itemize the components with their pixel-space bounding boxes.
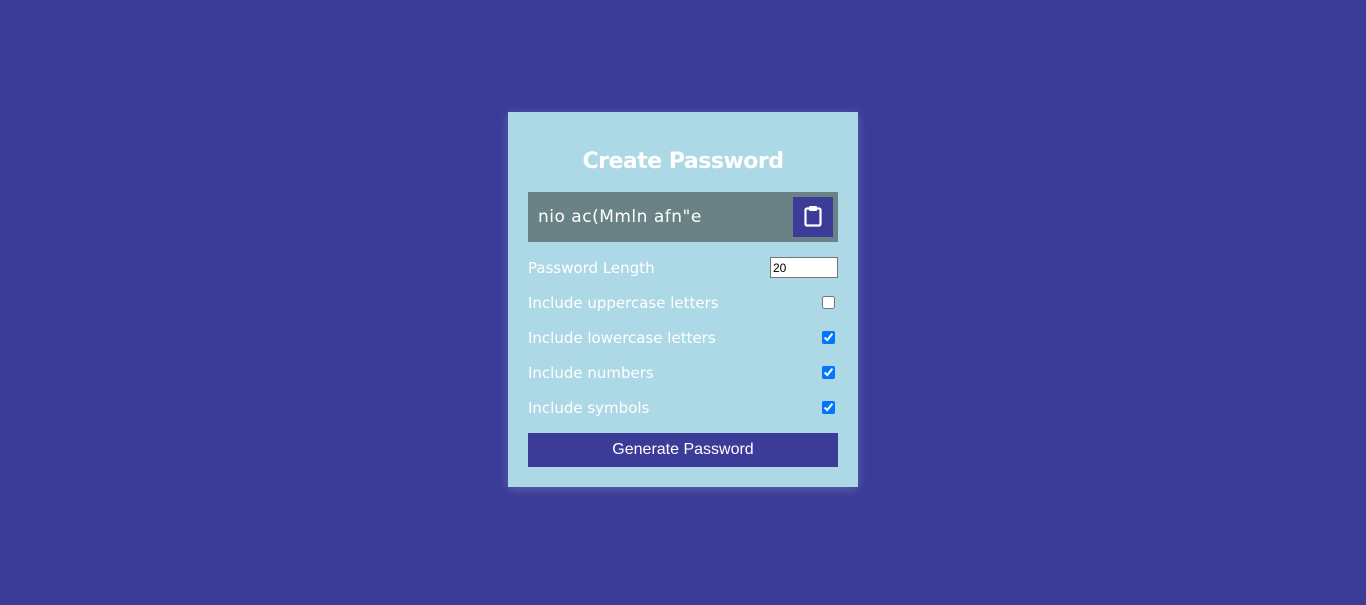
card-title: Create Password (582, 149, 784, 174)
setting-lowercase: Include lowercase letters (528, 320, 838, 355)
length-label: Password Length (528, 258, 655, 277)
generate-password-button[interactable]: Generate Password (528, 433, 838, 467)
symbols-checkbox[interactable] (822, 401, 835, 414)
generated-password: nio ac(Mmln afn"e (538, 207, 702, 227)
uppercase-label: Include uppercase letters (528, 293, 719, 312)
lowercase-label: Include lowercase letters (528, 328, 716, 347)
numbers-label: Include numbers (528, 363, 654, 382)
password-generator-card: Create Password nio ac(Mmln afn"e Passwo… (508, 112, 858, 487)
setting-numbers: Include numbers (528, 355, 838, 390)
copy-to-clipboard-button[interactable] (793, 197, 833, 237)
numbers-checkbox[interactable] (822, 366, 835, 379)
uppercase-checkbox[interactable] (822, 296, 835, 309)
password-result-box: nio ac(Mmln afn"e (528, 192, 838, 242)
clipboard-icon (804, 205, 822, 230)
symbols-label: Include symbols (528, 398, 650, 417)
setting-symbols: Include symbols (528, 390, 838, 425)
settings-list: Password Length Include uppercase letter… (528, 250, 838, 425)
lowercase-checkbox[interactable] (822, 331, 835, 344)
setting-length: Password Length (528, 250, 838, 285)
password-length-input[interactable] (770, 257, 838, 278)
setting-uppercase: Include uppercase letters (528, 285, 838, 320)
